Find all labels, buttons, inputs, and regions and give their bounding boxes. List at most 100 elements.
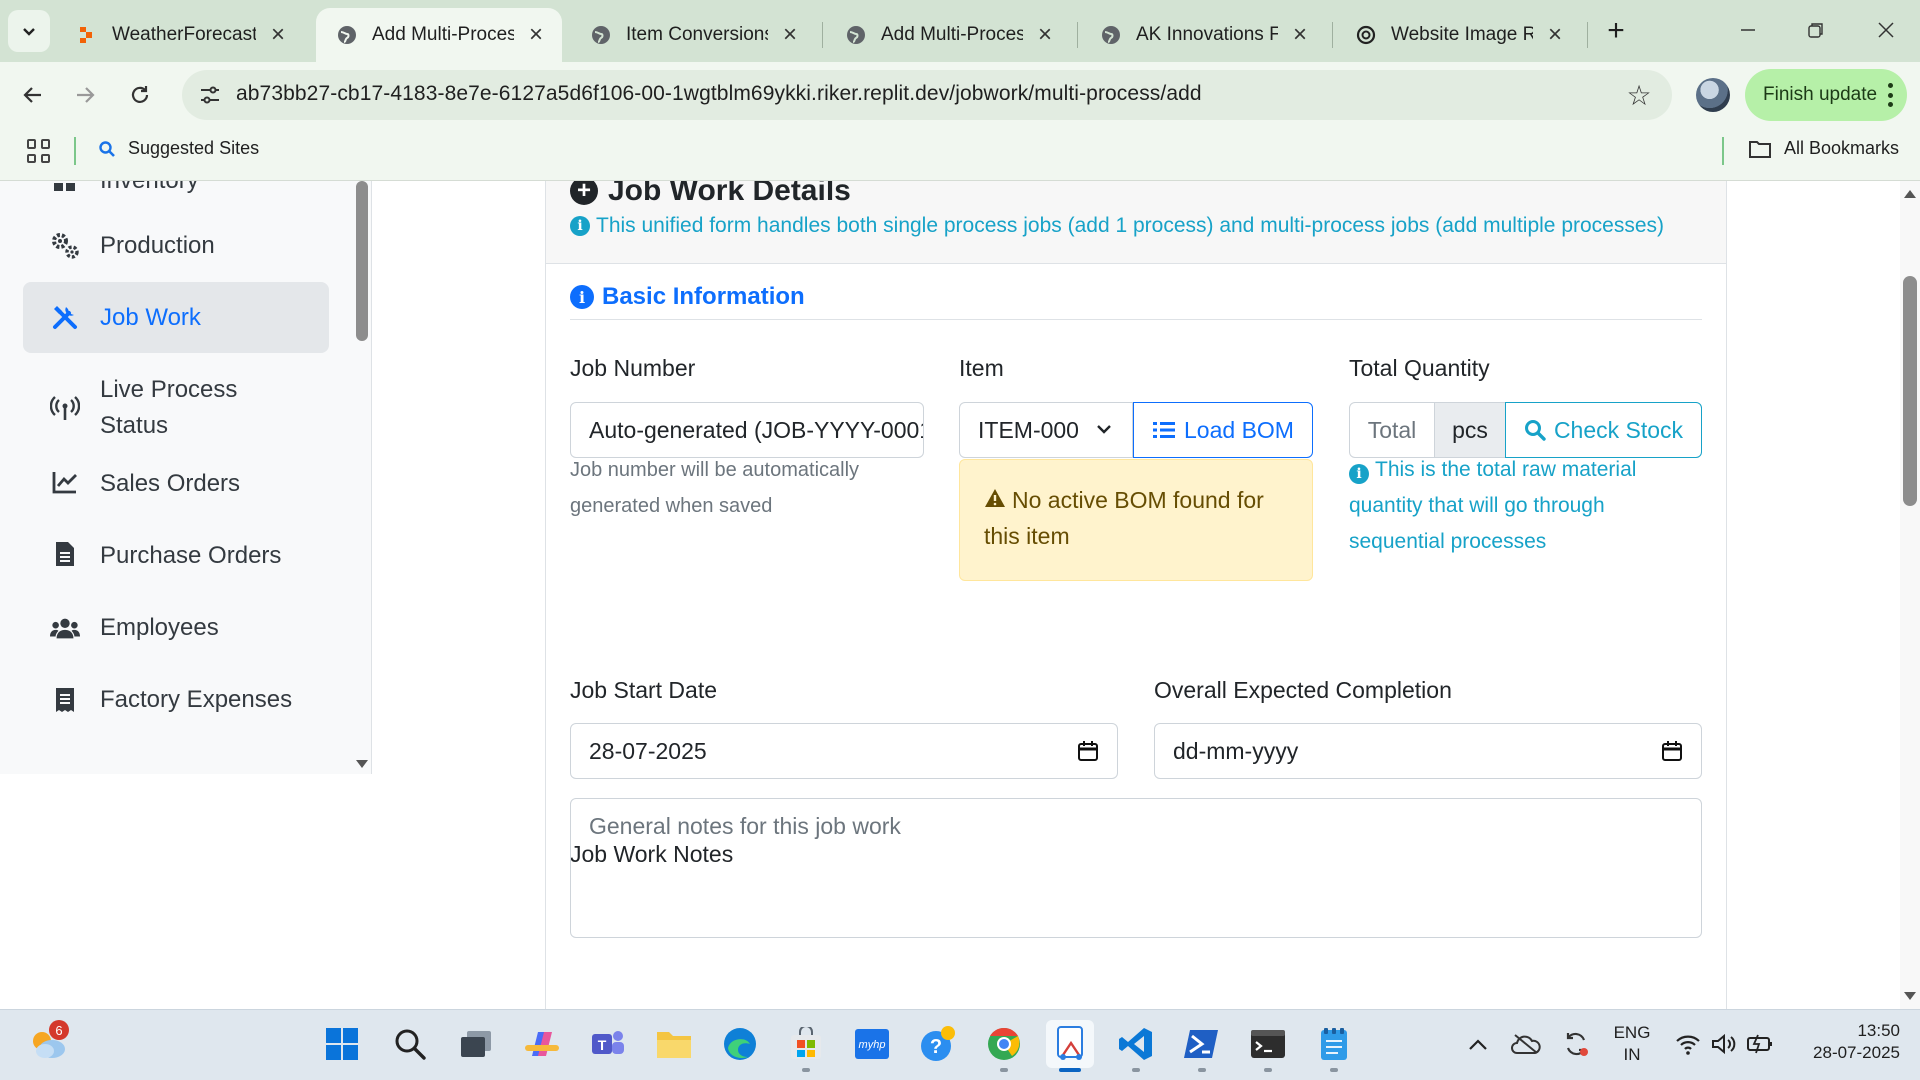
job-work-notes-textarea[interactable]: General notes for this job work: [570, 798, 1702, 938]
job-start-date-input[interactable]: 28-07-2025: [570, 723, 1118, 779]
running-indicator: [802, 1068, 810, 1072]
job-start-date-label: Job Start Date: [570, 677, 718, 703]
gears-icon: [50, 231, 80, 261]
new-tab-button[interactable]: +: [1597, 12, 1635, 50]
reload-button[interactable]: [119, 74, 161, 116]
close-tab-icon[interactable]: ×: [524, 21, 548, 48]
tab-separator: [1332, 22, 1333, 48]
all-bookmarks-button[interactable]: All Bookmarks: [1748, 138, 1899, 159]
bookmark-suggested-sites[interactable]: Suggested Sites: [98, 138, 259, 159]
sidebar-item-label: Employees: [100, 614, 219, 641]
close-tab-icon[interactable]: ×: [1033, 21, 1057, 48]
clock[interactable]: 13:50 28-07-2025: [1790, 1020, 1900, 1064]
replit-icon: [76, 24, 98, 46]
teams-icon[interactable]: T: [584, 1020, 632, 1068]
list-icon: [1153, 422, 1176, 438]
scroll-up-arrow-icon[interactable]: [1903, 187, 1917, 201]
tab-add-multi-process[interactable]: Add Multi-Process ×: [825, 8, 1071, 62]
edge-icon[interactable]: [716, 1020, 764, 1068]
onedrive-icon[interactable]: [1502, 1020, 1550, 1068]
calendar-icon[interactable]: [1661, 740, 1683, 762]
tab-ak-innovations[interactable]: AK Innovations Fac ×: [1080, 8, 1326, 62]
battery-icon[interactable]: [1736, 1020, 1784, 1068]
section-title-basic-information: i Basic Information: [570, 283, 805, 311]
file-explorer-icon[interactable]: [650, 1020, 698, 1068]
task-view-icon: [461, 1031, 491, 1057]
search-button[interactable]: [386, 1020, 434, 1068]
tab-weatherforecast[interactable]: WeatherForecast - ×: [56, 8, 304, 62]
task-view-button[interactable]: [452, 1020, 500, 1068]
site-info-icon[interactable]: [195, 80, 225, 110]
plus-circle-icon: +: [570, 181, 598, 205]
close-tab-icon[interactable]: ×: [1288, 21, 1312, 48]
sidebar-item-factory-expenses[interactable]: Factory Expenses: [23, 677, 329, 723]
notepad-icon[interactable]: [1310, 1020, 1358, 1068]
file-icon: [50, 539, 80, 569]
forward-button[interactable]: [64, 74, 106, 116]
copilot-icon[interactable]: [518, 1020, 566, 1068]
running-indicator: [1330, 1068, 1338, 1072]
globe-icon: [336, 24, 358, 46]
microsoft-store-icon[interactable]: [782, 1020, 830, 1068]
sync-icon[interactable]: [1552, 1020, 1600, 1068]
show-hidden-icons-chevron-up-icon[interactable]: [1454, 1020, 1502, 1068]
restore-button[interactable]: [1786, 8, 1846, 52]
minimize-button[interactable]: [1718, 8, 1778, 52]
snipping-tool-icon[interactable]: [1046, 1020, 1094, 1068]
check-stock-button[interactable]: Check Stock: [1505, 402, 1702, 458]
scroll-down-arrow-icon[interactable]: [1903, 989, 1917, 1003]
language-indicator[interactable]: ENG IN: [1604, 1022, 1660, 1066]
tab-search-button[interactable]: [8, 10, 50, 52]
chrome-icon[interactable]: [980, 1020, 1028, 1068]
sidebar-item-employees[interactable]: Employees: [23, 605, 329, 651]
finish-update-button[interactable]: Finish update: [1745, 69, 1907, 121]
apps-grid-icon[interactable]: [27, 139, 51, 163]
tab-item-conversions[interactable]: Item Conversions - ×: [570, 8, 816, 62]
no-bom-alert-line1: No active BOM found for: [1012, 487, 1264, 513]
profile-avatar[interactable]: [1696, 78, 1730, 112]
no-bom-alert: No active BOM found for this item: [959, 459, 1313, 581]
globe-icon: [1100, 24, 1122, 46]
job-number-input[interactable]: Auto-generated (JOB-YYYY-0001): [570, 402, 924, 458]
running-indicator: [1000, 1068, 1008, 1072]
arrow-right-icon: [77, 87, 95, 103]
sidebar-item-live-process-status[interactable]: Live Process Status: [23, 368, 329, 448]
boxes-icon: [50, 181, 80, 197]
sidebar-item-inventory[interactable]: Inventory: [23, 181, 329, 205]
powershell-icon[interactable]: [1178, 1020, 1226, 1068]
terminal-icon[interactable]: [1244, 1020, 1292, 1068]
back-button[interactable]: [12, 74, 54, 116]
page-scrollbar-thumb[interactable]: [1903, 276, 1917, 506]
sidebar-item-purchase-orders[interactable]: Purchase Orders: [23, 533, 329, 579]
expected-completion-input[interactable]: dd-mm-yyyy: [1154, 723, 1702, 779]
bookmark-star-icon[interactable]: ☆: [1622, 78, 1656, 112]
close-tab-icon[interactable]: ×: [778, 21, 802, 48]
sidebar-scrollbar-thumb[interactable]: [356, 181, 368, 341]
all-bookmarks-label: All Bookmarks: [1784, 138, 1900, 158]
tab-add-multi-process-active[interactable]: Add Multi-Process ×: [316, 8, 562, 62]
myhp-icon[interactable]: myhp: [848, 1020, 896, 1068]
total-quantity-input[interactable]: Total: [1349, 402, 1435, 458]
clock-date: 28-07-2025: [1813, 1043, 1900, 1062]
start-button[interactable]: [318, 1020, 366, 1068]
job-number-help-line2: generated when saved: [570, 495, 773, 517]
item-select[interactable]: ITEM-000: [959, 402, 1133, 458]
sidebar-item-sales-orders[interactable]: Sales Orders: [23, 461, 329, 507]
load-bom-button[interactable]: Load BOM: [1133, 402, 1313, 458]
close-window-button[interactable]: [1856, 8, 1916, 52]
qty-help-line3: sequential processes: [1349, 530, 1547, 553]
scroll-down-arrow-icon[interactable]: [354, 757, 370, 771]
calendar-icon[interactable]: [1077, 740, 1099, 762]
sidebar-item-label: Production: [100, 232, 215, 259]
item-label: Item: [959, 355, 1004, 381]
sidebar-item-production[interactable]: Production: [23, 223, 329, 269]
url-text[interactable]: ab73bb27-cb17-4183-8e7e-6127a5d6f106-00-…: [236, 82, 1202, 106]
tab-website-image-rec[interactable]: Website Image Rec ×: [1335, 8, 1581, 62]
close-tab-icon[interactable]: ×: [1543, 21, 1567, 48]
close-tab-icon[interactable]: ×: [266, 21, 290, 48]
sidebar-item-job-work[interactable]: Job Work: [23, 282, 329, 353]
sidebar-item-label: Purchase Orders: [100, 542, 282, 569]
vscode-icon[interactable]: [1112, 1020, 1160, 1068]
get-help-icon[interactable]: ?: [914, 1020, 962, 1068]
item-select-value: ITEM-000: [978, 416, 1079, 443]
